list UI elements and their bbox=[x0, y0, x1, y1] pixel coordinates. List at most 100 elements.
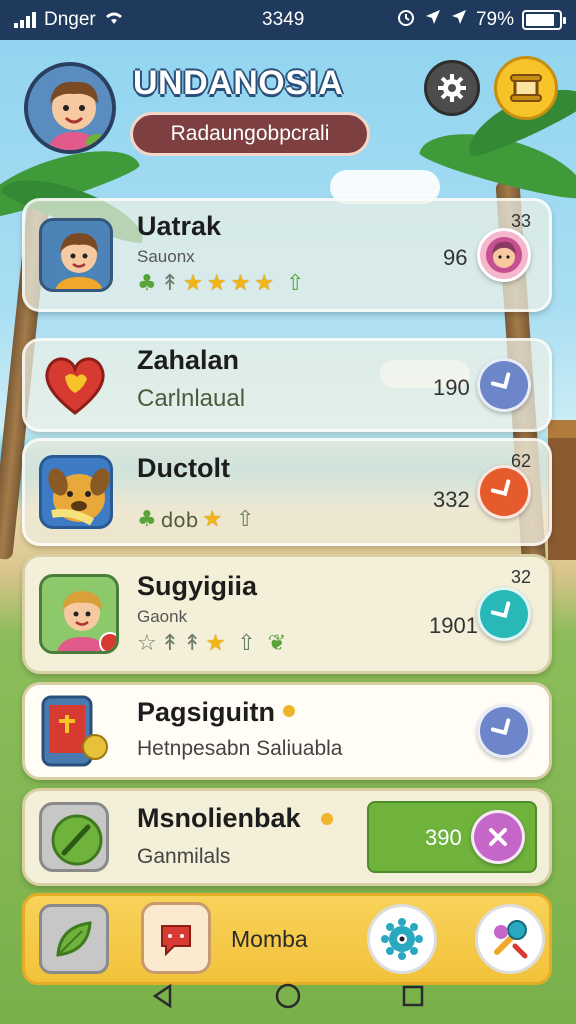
scroll-icon bbox=[510, 74, 542, 102]
bottom-label[interactable]: Momba bbox=[231, 926, 308, 953]
item-subtitle: Gaonk bbox=[137, 607, 188, 626]
subtitle-pill[interactable]: Radaungobpcrali bbox=[130, 112, 370, 156]
girl-avatar-button[interactable] bbox=[477, 228, 531, 282]
clock: 3349 bbox=[262, 9, 305, 30]
up-arrow-icon: ⇧ bbox=[286, 271, 305, 296]
battery-icon bbox=[522, 10, 566, 30]
boy-portrait-icon bbox=[39, 218, 113, 292]
item-number: 33 bbox=[510, 211, 531, 231]
boy-avatar-icon bbox=[28, 66, 112, 150]
avatar[interactable] bbox=[24, 62, 116, 154]
go-button[interactable] bbox=[477, 587, 531, 641]
item-title: Msnolienbak bbox=[137, 803, 301, 833]
speech-bubble-icon bbox=[161, 925, 191, 957]
girl-avatar-icon bbox=[486, 237, 522, 273]
carrier-name: Dnger bbox=[44, 9, 96, 30]
recents-square-icon bbox=[403, 985, 424, 1007]
star-icon: ★ bbox=[202, 507, 223, 532]
scroll-button[interactable] bbox=[494, 56, 558, 120]
mushroom-icon: ♣ bbox=[137, 507, 157, 532]
item-title: Uatrak bbox=[137, 211, 222, 241]
heart-icon bbox=[39, 349, 111, 421]
item-subtitle: Sauonx bbox=[137, 247, 195, 266]
navigation-bar bbox=[0, 968, 576, 1024]
dog-face-icon bbox=[39, 455, 113, 529]
back-button[interactable] bbox=[150, 983, 176, 1009]
star-icon: ★ bbox=[183, 271, 203, 296]
go-button[interactable] bbox=[477, 465, 531, 519]
item-subtitle: Ganmilals bbox=[137, 845, 231, 868]
list-item[interactable]: Uatrak Sauonx ♣ ↟ ★ ★ ★ ★ ⇧ 96 33 bbox=[22, 198, 552, 312]
arrow-icon bbox=[491, 372, 511, 390]
arrow-icon bbox=[491, 718, 511, 736]
tools-icon bbox=[494, 920, 528, 959]
arrow-icon bbox=[491, 479, 511, 497]
item-title: Ductolt bbox=[137, 453, 230, 483]
status-bar: Dnger 3349 79% bbox=[0, 0, 576, 40]
battery-percent: 79% bbox=[475, 9, 514, 30]
home-circle-icon bbox=[275, 983, 301, 1009]
location-icon bbox=[450, 8, 468, 32]
star-rating: ♣ ↟ ★ ★ ★ ★ ⇧ bbox=[137, 271, 305, 296]
location-icon bbox=[424, 8, 442, 32]
star-icon: ★ bbox=[206, 271, 227, 296]
gear-icon bbox=[438, 74, 466, 102]
item-score: 390 bbox=[425, 825, 462, 850]
virus-button[interactable] bbox=[367, 904, 437, 974]
badge-dot bbox=[321, 813, 333, 825]
item-score: 332 bbox=[433, 487, 470, 512]
item-subtitle: dob bbox=[160, 507, 199, 532]
header: UNDANOSIA Radaungobpcrali bbox=[0, 44, 576, 184]
list-item[interactable]: Zahalan Carlnlaual 190 bbox=[22, 338, 552, 432]
item-title: Zahalan bbox=[137, 345, 240, 375]
settings-button[interactable] bbox=[424, 60, 480, 116]
arrow-icon: ↟ bbox=[160, 631, 180, 656]
item-subtitle: Hetnpesabn Saliuabla bbox=[137, 737, 343, 760]
item-number: 32 bbox=[510, 567, 531, 587]
beach-hut bbox=[548, 420, 576, 560]
green-leaf-icon bbox=[39, 802, 109, 872]
star-icon: ★ bbox=[254, 271, 275, 296]
alarm-icon bbox=[396, 7, 416, 33]
recents-button[interactable] bbox=[400, 983, 426, 1009]
star-icon: ★ bbox=[205, 631, 226, 656]
remove-button[interactable] bbox=[471, 810, 525, 864]
home-button[interactable] bbox=[275, 983, 301, 1009]
leaf-icon: ❦ bbox=[267, 631, 287, 656]
star-rating: ♣ dob ★ ⇧ bbox=[137, 507, 255, 532]
go-button[interactable] bbox=[477, 358, 531, 412]
close-icon bbox=[489, 828, 507, 846]
item-title: Pagsiguitn bbox=[137, 697, 276, 727]
up-arrow-icon: ⇧ bbox=[236, 507, 255, 532]
back-triangle-icon bbox=[152, 984, 171, 1008]
germ-icon bbox=[381, 918, 423, 960]
game-title: UNDANOSIA bbox=[133, 64, 344, 102]
arrow-icon: ↟ bbox=[183, 631, 202, 656]
tools-button[interactable] bbox=[475, 904, 545, 974]
star-outline-icon: ☆ bbox=[137, 631, 157, 656]
mushroom-icon: ♣ bbox=[137, 271, 157, 296]
badge-dot bbox=[283, 705, 295, 717]
go-button[interactable] bbox=[477, 704, 531, 758]
girl-portrait-icon bbox=[39, 574, 119, 654]
star-icon: ★ bbox=[230, 271, 251, 296]
list-item[interactable]: Ductolt ♣ dob ★ ⇧ 332 62 bbox=[22, 438, 552, 546]
list-item[interactable]: Msnolienbak Ganmilals 390 bbox=[22, 788, 552, 886]
star-rating: ☆ ↟ ↟ ★ ⇧ ❦ bbox=[137, 631, 286, 656]
wifi-icon bbox=[104, 10, 124, 31]
up-arrow-icon: ⇧ bbox=[237, 631, 256, 656]
list-item[interactable]: Pagsiguitn Hetnpesabn Saliuabla bbox=[22, 682, 552, 780]
chat-button[interactable] bbox=[141, 902, 211, 974]
item-score: 1901 bbox=[429, 613, 478, 638]
item-title: Sugyigiia bbox=[137, 571, 258, 601]
arrow-icon bbox=[491, 601, 511, 619]
item-subtitle: Carlnlaual bbox=[137, 385, 246, 412]
tablet-icon bbox=[39, 693, 111, 769]
arrow-icon: ↟ bbox=[160, 271, 180, 296]
list-item[interactable]: Sugyigiia Gaonk ☆ ↟ ↟ ★ ⇧ ❦ 1901 32 bbox=[22, 554, 552, 674]
leaf-button[interactable] bbox=[39, 904, 109, 974]
item-score: 96 bbox=[443, 245, 468, 270]
leaf-icon bbox=[56, 921, 92, 957]
signal-icon bbox=[14, 12, 36, 28]
item-score: 190 bbox=[433, 375, 470, 400]
